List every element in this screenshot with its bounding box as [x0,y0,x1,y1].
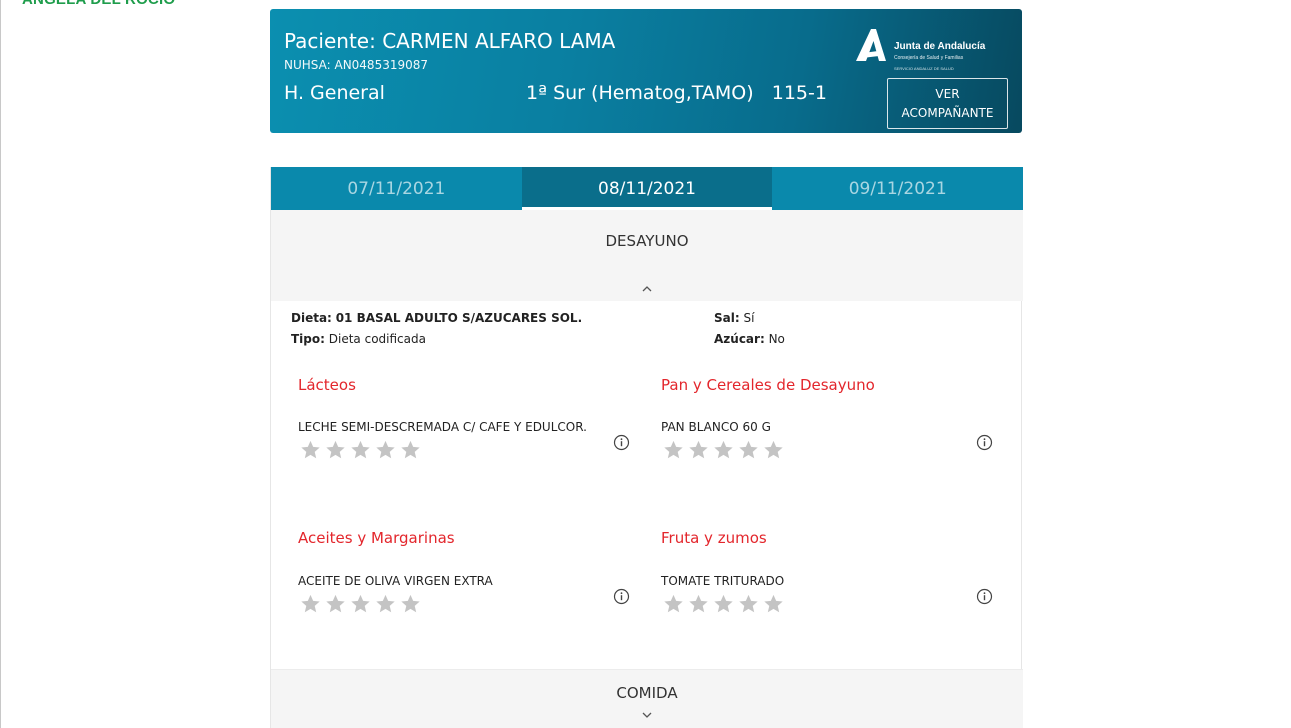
patient-header: Paciente: CARMEN ALFARO LAMA NUHSA: AN04… [270,9,1022,133]
meal-title: DESAYUNO [605,232,689,250]
tab-date-next[interactable]: 09/11/2021 [772,167,1023,210]
patient-name: Paciente: CARMEN ALFARO LAMA [284,29,616,53]
junta-logo-icon [856,29,886,61]
hospital-name: H. General [284,82,385,104]
star-icon[interactable] [299,439,322,461]
rating-stars[interactable] [662,593,785,615]
view-companion-button[interactable]: VER ACOMPAÑANTE [887,78,1008,129]
diet-salt: Sal: Sí [714,311,754,325]
category-title: Fruta y zumos [661,529,767,547]
food-item: LECHE SEMI-DESCREMADA C/ CAFE Y EDULCOR. [298,420,587,434]
star-icon[interactable] [662,593,685,615]
star-icon[interactable] [687,439,710,461]
star-icon[interactable] [374,439,397,461]
category-title: Lácteos [298,376,356,394]
companion-button-line2: ACOMPAÑANTE [901,105,994,120]
left-divider [0,0,1,728]
diet-type: Tipo: Dieta codificada [291,332,426,346]
star-icon[interactable] [662,439,685,461]
info-icon[interactable] [613,588,630,605]
info-icon[interactable] [976,588,993,605]
star-icon[interactable] [324,439,347,461]
star-icon[interactable] [737,593,760,615]
food-item: ACEITE DE OLIVA VIRGEN EXTRA [298,574,493,588]
sugar-label: Azúcar: [714,332,765,346]
star-icon[interactable] [299,593,322,615]
star-icon[interactable] [687,593,710,615]
info-icon[interactable] [613,434,630,451]
type-label: Tipo: [291,332,325,346]
rating-stars[interactable] [299,439,422,461]
star-icon[interactable] [324,593,347,615]
star-icon[interactable] [762,593,785,615]
meal-header-breakfast[interactable]: DESAYUNO [271,210,1023,301]
logo-subtitle: Consejería de Salud y Familias [894,55,964,61]
star-icon[interactable] [349,439,372,461]
tab-date-current[interactable]: 08/11/2021 [521,167,773,210]
star-icon[interactable] [399,439,422,461]
date-tabs: 07/11/2021 08/11/2021 09/11/2021 [271,167,1023,210]
diet-name: Dieta: 01 BASAL ADULTO S/AZUCARES SOL. [291,311,582,325]
star-icon[interactable] [737,439,760,461]
diet-value: 01 BASAL ADULTO S/AZUCARES SOL. [335,311,583,325]
logo-subtitle-2: SERVICIO ANDALUZ DE SALUD [894,66,954,71]
patient-nuhsa: NUHSA: AN0485319087 [284,58,429,72]
ward-room: 1ª Sur (Hematog,TAMO) 115-1 [526,82,827,104]
food-item: PAN BLANCO 60 G [661,420,771,434]
food-item: TOMATE TRITURADO [661,574,785,588]
diet-label: Dieta: [291,311,332,325]
info-icon[interactable] [976,434,993,451]
star-icon[interactable] [762,439,785,461]
salt-value: Sí [743,311,755,325]
menu-card: 07/11/2021 08/11/2021 09/11/2021 DESAYUN… [270,167,1023,728]
star-icon[interactable] [349,593,372,615]
type-value: Dieta codificada [328,332,426,346]
sugar-value: No [768,332,785,346]
star-icon[interactable] [712,439,735,461]
star-icon[interactable] [374,593,397,615]
junta-andalucia-logo: Junta de Andalucía Consejería de Salud y… [850,27,1010,75]
diet-sugar: Azúcar: No [714,332,785,346]
next-meal-title: COMIDA [616,684,678,702]
chevron-up-icon[interactable] [638,283,656,295]
star-icon[interactable] [712,593,735,615]
logo-title: Junta de Andalucía [894,41,986,52]
meal-header-lunch[interactable]: COMIDA [271,669,1023,728]
category-title: Pan y Cereales de Desayuno [661,376,875,394]
rating-stars[interactable] [299,593,422,615]
star-icon[interactable] [399,593,422,615]
tab-date-prev[interactable]: 07/11/2021 [271,167,522,210]
chevron-down-icon[interactable] [638,709,656,721]
companion-button-line1: VER [935,86,960,101]
rating-stars[interactable] [662,439,785,461]
user-name: ANGELA DEL ROCIO [22,0,175,8]
salt-label: Sal: [714,311,740,325]
category-title: Aceites y Margarinas [298,529,455,547]
